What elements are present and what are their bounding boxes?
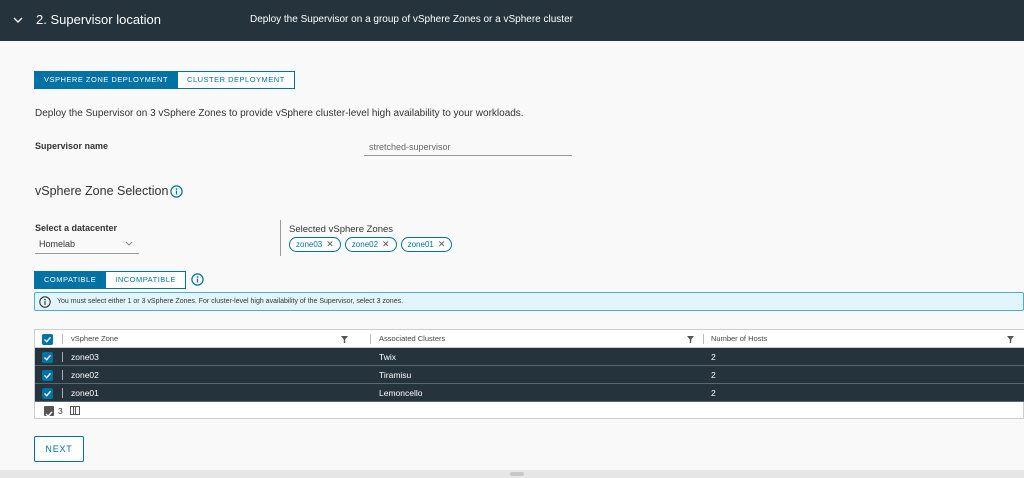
horizontal-scrollbar[interactable] bbox=[0, 470, 1024, 478]
cell-zone: zone01 bbox=[71, 388, 99, 398]
column-header-number-of-hosts[interactable]: Number of Hosts bbox=[711, 330, 767, 348]
scrollbar-thumb[interactable] bbox=[510, 472, 524, 476]
close-icon[interactable]: ✕ bbox=[438, 238, 446, 251]
close-icon[interactable]: ✕ bbox=[326, 238, 334, 251]
column-divider bbox=[62, 388, 63, 398]
intro-text: Deploy the Supervisor on 3 vSphere Zones… bbox=[35, 108, 524, 119]
column-divider[interactable] bbox=[370, 334, 371, 344]
info-icon[interactable] bbox=[170, 185, 183, 198]
tab-incompatible[interactable]: INCOMPATIBLE bbox=[106, 271, 186, 289]
cell-cluster: Twix bbox=[379, 352, 396, 362]
selected-count: 3 bbox=[58, 406, 63, 416]
selected-zones-panel: Selected vSphere Zones zone03 ✕ zone02 ✕ z… bbox=[280, 220, 480, 256]
cell-cluster: Lemoncello bbox=[379, 388, 423, 398]
tab-cluster-deployment[interactable]: CLUSTER DEPLOYMENT bbox=[178, 71, 295, 89]
chevron-down-icon bbox=[125, 241, 133, 246]
alert-text: You must select either 1 or 3 vSphere Zo… bbox=[57, 298, 404, 305]
info-alert: You must select either 1 or 3 vSphere Zo… bbox=[34, 292, 1024, 311]
table-row[interactable]: zone02 Tiramisu 2 bbox=[35, 366, 1024, 384]
selected-zones-chips: zone03 ✕ zone02 ✕ zone01 ✕ bbox=[289, 237, 453, 252]
grid-footer: 3 bbox=[35, 402, 1024, 420]
table-header: vSphere Zone Associated Clusters Number … bbox=[35, 330, 1024, 348]
column-divider bbox=[62, 370, 63, 380]
row-checkbox[interactable] bbox=[42, 388, 53, 399]
zones-datagrid: vSphere Zone Associated Clusters Number … bbox=[34, 329, 1024, 419]
cell-zone: zone02 bbox=[71, 370, 99, 380]
deployment-type-toggle: VSPHERE ZONE DEPLOYMENT CLUSTER DEPLOYME… bbox=[34, 71, 295, 89]
column-header-vsphere-zone[interactable]: vSphere Zone bbox=[71, 330, 118, 348]
tab-compatible[interactable]: COMPATIBLE bbox=[34, 271, 107, 289]
cell-hosts: 2 bbox=[711, 352, 716, 362]
column-toggle-icon[interactable] bbox=[70, 406, 80, 415]
cell-cluster: Tiramisu bbox=[379, 370, 412, 380]
column-divider bbox=[62, 352, 63, 362]
step-title: 2. Supervisor location bbox=[36, 12, 162, 27]
info-icon bbox=[39, 296, 51, 308]
zone-chip[interactable]: zone02 ✕ bbox=[344, 237, 397, 252]
zone-chip[interactable]: zone01 ✕ bbox=[400, 237, 453, 252]
checkbox-icon bbox=[44, 406, 54, 418]
row-checkbox[interactable] bbox=[42, 370, 53, 381]
compatibility-toggle: COMPATIBLE INCOMPATIBLE bbox=[34, 271, 186, 289]
select-all-checkbox[interactable] bbox=[42, 334, 53, 345]
filter-icon[interactable] bbox=[341, 336, 348, 343]
datacenter-label: Select a datacenter bbox=[35, 223, 118, 233]
chevron-down-icon[interactable] bbox=[11, 13, 25, 27]
table-row[interactable]: zone03 Twix 2 bbox=[35, 348, 1024, 366]
selected-zones-title: Selected vSphere Zones bbox=[289, 224, 394, 235]
tab-vsphere-zone-deployment[interactable]: VSPHERE ZONE DEPLOYMENT bbox=[34, 71, 179, 89]
column-divider[interactable] bbox=[703, 334, 704, 344]
step-header[interactable]: 2. Supervisor location Deploy the Superv… bbox=[0, 0, 1024, 41]
supervisor-name-input[interactable] bbox=[364, 139, 572, 156]
next-button[interactable]: NEXT bbox=[34, 436, 84, 462]
zone-selection-title: vSphere Zone Selection bbox=[35, 184, 169, 198]
table-row[interactable]: zone01 Lemoncello 2 bbox=[35, 384, 1024, 402]
close-icon[interactable]: ✕ bbox=[382, 238, 390, 251]
cell-hosts: 2 bbox=[711, 388, 716, 398]
info-icon[interactable] bbox=[191, 273, 204, 286]
column-header-associated-clusters[interactable]: Associated Clusters bbox=[379, 330, 445, 348]
zone-chip[interactable]: zone03 ✕ bbox=[289, 237, 341, 252]
cell-hosts: 2 bbox=[711, 370, 716, 380]
column-divider bbox=[62, 334, 63, 344]
filter-icon[interactable] bbox=[1007, 336, 1014, 343]
row-checkbox[interactable] bbox=[42, 352, 53, 363]
step-description: Deploy the Supervisor on a group of vSph… bbox=[250, 14, 573, 25]
cell-zone: zone03 bbox=[71, 352, 99, 362]
filter-icon[interactable] bbox=[687, 336, 694, 343]
datacenter-select[interactable]: Homelab bbox=[35, 237, 139, 254]
datacenter-value: Homelab bbox=[39, 239, 76, 249]
supervisor-name-label: Supervisor name bbox=[35, 141, 109, 151]
